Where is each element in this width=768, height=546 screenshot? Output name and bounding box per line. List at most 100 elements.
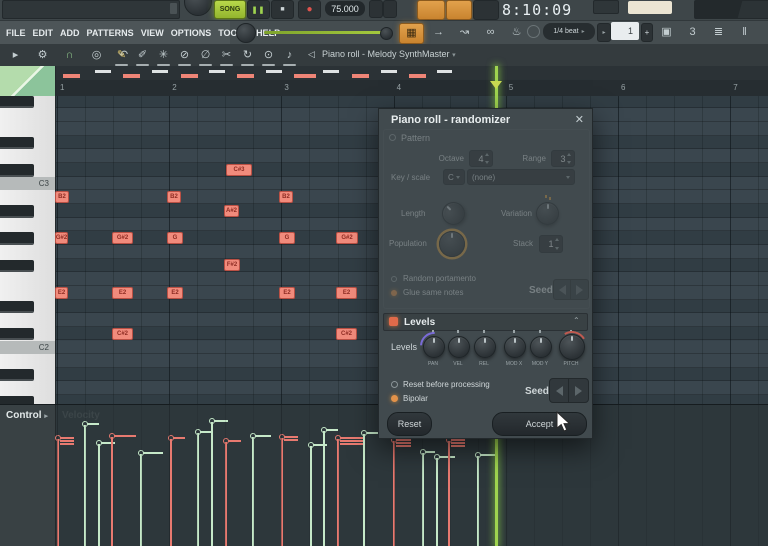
stamp-button[interactable]: ♨ <box>505 23 528 42</box>
dialog-close-button[interactable]: ✕ <box>575 113 584 126</box>
wrench-button[interactable]: ⚙ <box>31 46 54 65</box>
black-key-C#3[interactable] <box>0 164 34 177</box>
note-A#2[interactable]: A#2 <box>224 204 239 217</box>
scale-combo[interactable]: (none) <box>467 169 575 185</box>
menu-item-options[interactable]: OPTIONS <box>171 28 212 38</box>
key-label-C2[interactable]: C2 <box>0 340 55 355</box>
menu-item-file[interactable]: FILE <box>6 28 26 38</box>
black-key-F#3[interactable] <box>0 96 34 109</box>
glue-same-notes-led[interactable] <box>391 290 397 296</box>
portamento-link-button[interactable]: ∞ <box>479 23 502 42</box>
note-F#2[interactable]: F#2 <box>224 259 240 272</box>
playback-tool-button[interactable]: ♪ <box>280 46 299 66</box>
velocity-stem[interactable] <box>323 431 325 546</box>
bipolar-led[interactable] <box>391 395 398 402</box>
random-portamento-led[interactable] <box>391 276 397 282</box>
note-C#2[interactable]: C#2 <box>336 327 357 340</box>
note-G#2[interactable]: G#2 <box>336 232 358 245</box>
note-B2[interactable]: B2 <box>55 191 69 204</box>
main-volume-knob[interactable] <box>184 0 212 16</box>
paint-tool-button[interactable]: ✐ <box>133 46 152 66</box>
note-C#3[interactable]: C#3 <box>226 163 252 176</box>
key-label-C3[interactable]: C3 <box>0 176 55 191</box>
event-editor-button[interactable]: 3 <box>681 23 704 42</box>
loop-tool-button[interactable]: ↻ <box>238 46 257 66</box>
note-G#2[interactable]: G <box>279 232 295 245</box>
note-E2[interactable]: E2 <box>55 286 68 299</box>
reset-button[interactable]: Reset <box>387 412 432 436</box>
level-knob-rel[interactable] <box>474 336 496 358</box>
reset-before-led[interactable] <box>391 381 398 388</box>
level-knob-vel[interactable] <box>448 336 470 358</box>
key-combo[interactable]: C <box>443 169 465 185</box>
metronome-button[interactable] <box>417 0 445 20</box>
paint-sequence-tool-button[interactable]: ✳ <box>154 46 173 66</box>
piano-keyboard[interactable]: C3 C2 <box>0 96 56 404</box>
magnet-snap-button[interactable]: ∩ <box>58 46 81 65</box>
population-knob[interactable] <box>439 231 465 257</box>
zoom-tool-button[interactable]: ⊙ <box>259 46 278 66</box>
playhead-marker[interactable] <box>490 81 502 89</box>
piano-roll-title[interactable]: Piano roll - Melody SynthMaster ▾ <box>322 49 456 59</box>
black-key-D#3[interactable] <box>0 136 34 150</box>
target-button[interactable]: ◎ <box>85 46 108 65</box>
black-key-A#2[interactable] <box>0 205 34 218</box>
shuffle-slider-handle[interactable] <box>380 27 393 40</box>
note-E2[interactable]: E2 <box>336 286 357 299</box>
black-key-G#1[interactable] <box>0 396 34 404</box>
note-B2[interactable]: B2 <box>167 191 181 204</box>
black-key-D#2[interactable] <box>0 300 34 314</box>
channel-speaker-icon[interactable]: ◁ <box>308 49 315 60</box>
black-key-A#1[interactable] <box>0 368 34 382</box>
stack-spinner[interactable]: 1 <box>539 235 563 253</box>
level-knob-mod-x[interactable] <box>504 336 526 358</box>
control-lane-selector[interactable]: Control ▸ <box>6 410 48 421</box>
timeline[interactable]: 1 2 3 4 5 6 7 <box>0 80 768 97</box>
black-key-C#2[interactable] <box>0 327 34 341</box>
menu-item-edit[interactable]: EDIT <box>33 28 54 38</box>
delete-tool-button[interactable]: ⊘ <box>175 46 194 66</box>
piano-roll-view-button[interactable]: ▦ <box>399 23 424 44</box>
black-key-F#2[interactable] <box>0 259 34 273</box>
levels-seed-next-button[interactable] <box>568 378 589 403</box>
levels-collapse-icon[interactable]: ⌃ <box>573 316 580 325</box>
levels-enable-led[interactable] <box>389 317 398 326</box>
velocity-stem[interactable] <box>98 444 100 546</box>
pattern-blocks-button[interactable]: ≣ <box>707 23 730 42</box>
note-G#2[interactable]: G#2 <box>55 232 68 245</box>
level-knob-mod-y[interactable] <box>530 336 552 358</box>
note-C#2[interactable]: C#2 <box>112 327 133 340</box>
wait-for-input-button[interactable] <box>473 0 499 20</box>
time-display[interactable]: 8:10:09 <box>502 1 572 19</box>
pattern-number-display[interactable]: 1 <box>611 22 639 40</box>
pattern-down-button[interactable] <box>383 0 397 18</box>
variation-knob[interactable] <box>536 202 559 225</box>
note-E2[interactable]: E2 <box>167 286 183 299</box>
range-spinner[interactable]: 3 <box>551 150 575 167</box>
note-preview-strip[interactable] <box>0 66 768 80</box>
velocity-stem[interactable] <box>211 422 213 546</box>
note-G#2[interactable]: G <box>167 232 183 245</box>
pencil-tool-button[interactable]: ✎ <box>112 46 131 66</box>
menu-item-view[interactable]: VIEW <box>141 28 164 38</box>
snap-selector[interactable]: 1/4 beat ▸ <box>543 23 595 40</box>
velocity-stem[interactable] <box>170 439 172 546</box>
menu-item-patterns[interactable]: PATTERNS <box>87 28 134 38</box>
note-E2[interactable]: E2 <box>112 286 133 299</box>
metronome-icon[interactable] <box>527 25 540 38</box>
stop-button[interactable]: ■ <box>271 0 294 19</box>
mixer-button[interactable]: ‖ <box>733 23 756 42</box>
pattern-seed-next-button[interactable] <box>570 279 589 300</box>
song-mode-button[interactable]: SONG <box>214 0 246 19</box>
pattern-up-button[interactable] <box>369 0 383 18</box>
pause-button[interactable]: ❚❚ <box>247 0 270 19</box>
note-G#2[interactable]: G#2 <box>112 232 133 245</box>
recording-countdown-button[interactable] <box>446 0 472 20</box>
pattern-plus-button[interactable]: + <box>641 23 653 42</box>
slice-tool-button[interactable]: ✂ <box>217 46 236 66</box>
pattern-enable-led[interactable] <box>389 134 396 141</box>
menu-item-add[interactable]: ADD <box>60 28 80 38</box>
levels-seed-prev-button[interactable] <box>549 378 570 403</box>
note-B2[interactable]: B2 <box>279 191 293 204</box>
piano-roll-corner[interactable] <box>0 66 56 96</box>
